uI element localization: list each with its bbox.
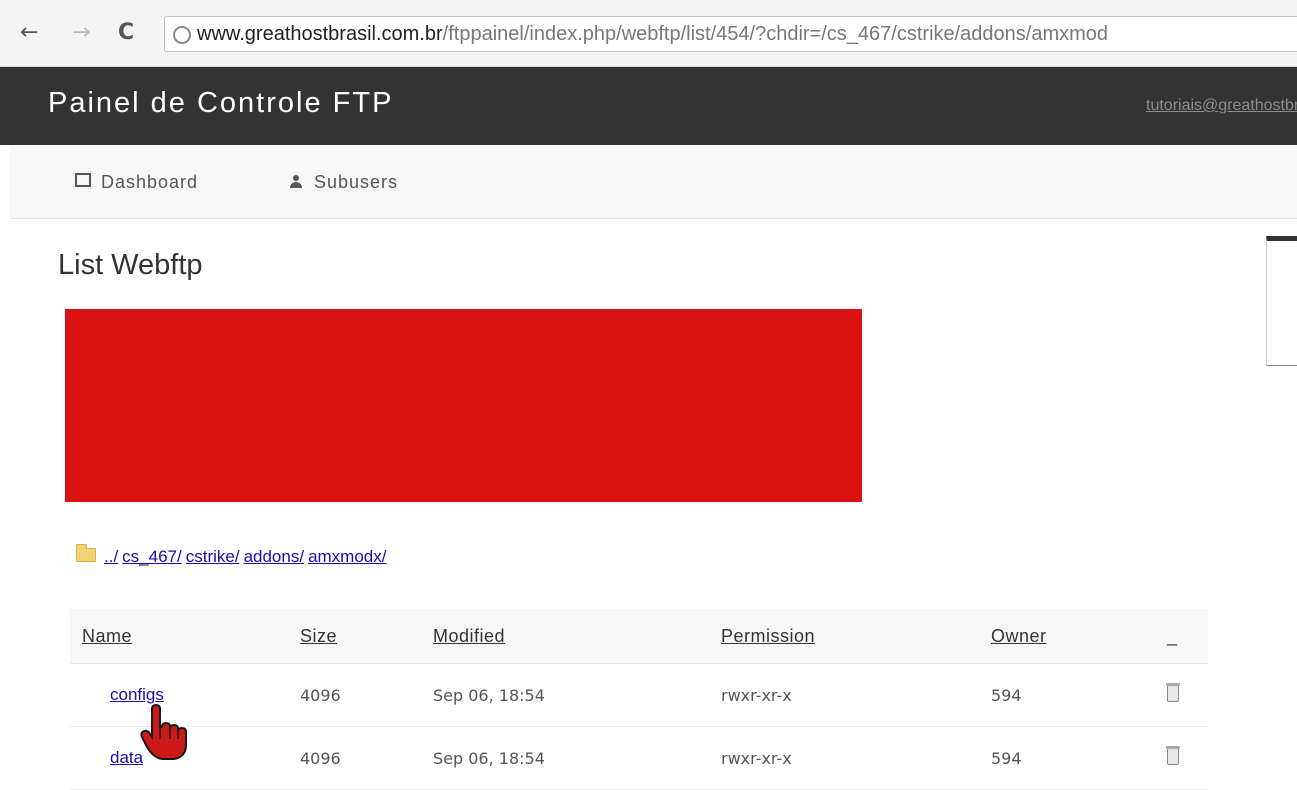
- user-email-link[interactable]: tutoriais@greathostbrasil: [1146, 97, 1297, 115]
- nav-dashboard-label: Dashboard: [101, 172, 199, 192]
- breadcrumb-cs467[interactable]: cs_467/: [122, 547, 182, 566]
- forward-icon[interactable]: →: [72, 22, 90, 44]
- file-owner: 594: [979, 726, 1155, 790]
- breadcrumb-amxmodx[interactable]: amxmodx/: [308, 547, 386, 566]
- subnav: Dashboard Subusers: [10, 146, 1297, 219]
- address-bar[interactable]: www.greathostbrasil.com.br/ftppainel/ind…: [164, 16, 1297, 52]
- column-header-permission[interactable]: Permission: [709, 609, 979, 664]
- trash-icon[interactable]: [1166, 682, 1180, 702]
- file-owner: 594: [979, 663, 1155, 727]
- column-header-actions: _: [1155, 609, 1208, 664]
- file-permission: rwxr-xr-x: [709, 663, 979, 727]
- hand-cursor-icon: [140, 703, 187, 760]
- file-permission: rwxr-xr-x: [709, 726, 979, 790]
- column-header-permission-label: Permission: [721, 625, 816, 646]
- table-row: data 4096 Sep 06, 18:54 rwxr-xr-x 594: [70, 726, 1208, 790]
- table-row: configs 4096 Sep 06, 18:54 rwxr-xr-x 594: [70, 663, 1208, 727]
- file-modified: Sep 06, 18:54: [421, 726, 709, 790]
- column-header-owner-label: Owner: [991, 625, 1047, 646]
- column-header-owner[interactable]: Owner: [979, 609, 1155, 664]
- folder-icon: [76, 544, 96, 562]
- browser-toolbar: ← → C www.greathostbrasil.com.br/ftppain…: [0, 0, 1297, 67]
- back-icon[interactable]: ←: [20, 22, 38, 44]
- app-header: Painel de Controle FTP tutoriais@greatho…: [0, 67, 1297, 145]
- column-header-modified-label: Modified: [433, 625, 506, 646]
- app-title: Painel de Controle FTP: [48, 87, 394, 119]
- column-header-name-label: Name: [82, 625, 133, 646]
- file-size: 4096: [288, 726, 421, 790]
- column-header-modified[interactable]: Modified: [421, 609, 709, 664]
- column-header-size-label: Size: [300, 625, 338, 646]
- user-icon: [290, 175, 302, 189]
- file-link-configs[interactable]: configs: [110, 685, 164, 704]
- nav-dashboard[interactable]: Dashboard: [75, 172, 198, 193]
- delete-cell: [1155, 726, 1208, 790]
- globe-icon: [173, 26, 191, 44]
- redacted-block: [65, 309, 862, 502]
- file-table: Name Size Modified Permission Owner _ co…: [70, 609, 1208, 790]
- file-size: 4096: [288, 663, 421, 727]
- delete-cell: [1155, 663, 1208, 727]
- breadcrumb-addons[interactable]: addons/: [244, 547, 305, 566]
- breadcrumb: ../ cs_467/cstrike/addons/amxmodx/: [76, 544, 390, 567]
- reload-icon[interactable]: C: [118, 22, 134, 44]
- breadcrumb-cstrike[interactable]: cstrike/: [186, 547, 240, 566]
- url-host: www.greathostbrasil.com.br: [197, 23, 443, 45]
- nav-subusers-label: Subusers: [314, 172, 399, 192]
- file-modified: Sep 06, 18:54: [421, 663, 709, 727]
- url-path: /ftppainel/index.php/webftp/list/454/?ch…: [442, 23, 1109, 45]
- column-header-name[interactable]: Name: [70, 609, 288, 664]
- trash-icon[interactable]: [1166, 745, 1180, 765]
- nav-subusers[interactable]: Subusers: [290, 172, 398, 193]
- dashboard-icon: [75, 173, 91, 187]
- column-header-actions-label: _: [1167, 625, 1178, 646]
- side-panel-fragment: [1266, 236, 1297, 366]
- table-header-row: Name Size Modified Permission Owner _: [70, 609, 1208, 664]
- page-title: List Webftp: [58, 249, 203, 281]
- breadcrumb-parent[interactable]: ../: [104, 547, 118, 566]
- column-header-size[interactable]: Size: [288, 609, 421, 664]
